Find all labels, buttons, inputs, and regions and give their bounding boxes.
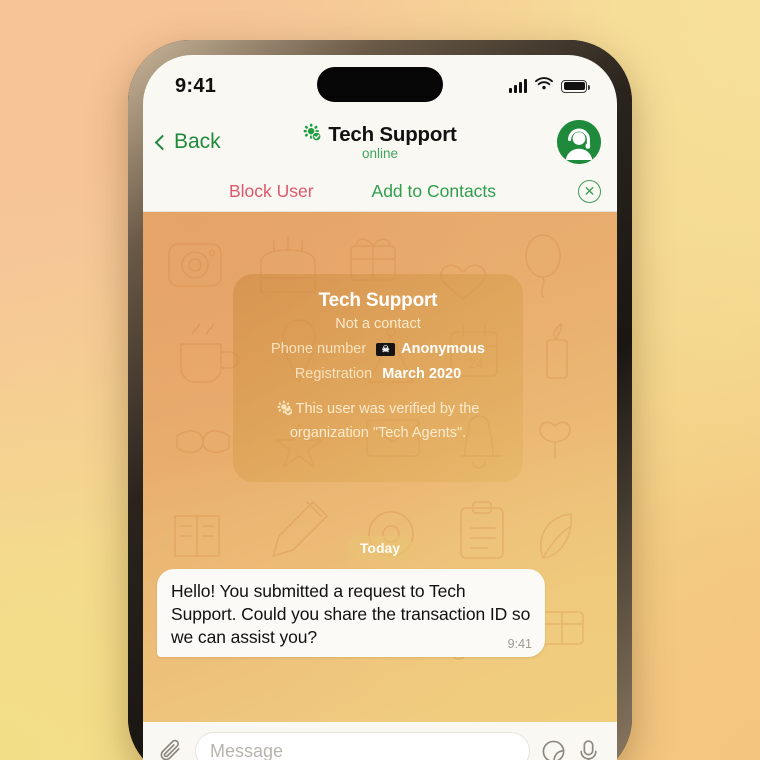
status-bar-clock: 9:41	[175, 74, 217, 97]
status-bar: 9:41	[143, 55, 617, 113]
cellular-bars-icon	[509, 78, 527, 93]
phone-screen: 9:41 Back Tech Support online Block User…	[143, 55, 617, 760]
contact-card-subtitle: Not a contact	[335, 316, 421, 332]
gear-verified-icon	[277, 400, 293, 423]
contact-card-name: Tech Support	[318, 290, 438, 311]
phone-number-label: Phone number	[271, 341, 367, 357]
message-input-placeholder: Message	[210, 740, 284, 760]
message-input-bar: Message	[143, 722, 617, 760]
date-divider: Today	[346, 536, 414, 560]
block-user-button[interactable]: Block User	[229, 181, 314, 202]
message-input-field[interactable]: Message	[195, 732, 530, 760]
support-agent-avatar[interactable]	[557, 120, 601, 164]
dynamic-island	[317, 67, 443, 102]
paperclip-icon[interactable]	[159, 739, 184, 760]
phone-number-text: Anonymous	[401, 341, 485, 357]
chevron-left-icon	[154, 134, 171, 150]
phone-device-frame: 9:41 Back Tech Support online Block User…	[128, 40, 632, 760]
contact-card-row-phone: Phone number ☠ Anonymous	[247, 341, 509, 357]
chat-message-area: 24	[143, 212, 617, 760]
verification-notice-text: This user was verified by the organizati…	[289, 401, 480, 442]
chat-title-block[interactable]: Tech Support online	[240, 123, 520, 161]
add-to-contacts-button[interactable]: Add to Contacts	[372, 181, 497, 202]
message-timestamp: 9:41	[507, 637, 532, 652]
contact-action-bar: Block User Add to Contacts ✕	[143, 171, 617, 212]
verification-notice: This user was verified by the organizati…	[247, 399, 509, 444]
registration-label: Registration	[294, 366, 373, 382]
back-button-label: Back	[174, 130, 221, 153]
close-circle-icon[interactable]: ✕	[577, 179, 601, 203]
registration-value: March 2020	[382, 366, 462, 382]
page-background: 9:41 Back Tech Support online Block User…	[0, 0, 760, 760]
pirate-flag-icon: ☠	[376, 342, 396, 356]
battery-full-icon	[561, 79, 590, 93]
contact-info-card: Tech Support Not a contact Phone number …	[233, 274, 523, 482]
status-bar-indicators	[509, 77, 590, 95]
chat-header: Back Tech Support online	[143, 113, 617, 171]
message-bubble-incoming[interactable]: Hello! You submitted a request to Tech S…	[157, 569, 545, 658]
back-button[interactable]: Back	[154, 130, 221, 154]
page-title: Tech Support	[328, 123, 457, 146]
phone-number-value: ☠ Anonymous	[376, 341, 485, 357]
sticker-icon[interactable]	[541, 739, 566, 760]
gear-verified-icon	[303, 123, 322, 147]
wifi-icon	[535, 77, 553, 95]
microphone-icon[interactable]	[577, 739, 600, 760]
contact-card-row-registration: Registration March 2020	[247, 366, 509, 382]
message-text: Hello! You submitted a request to Tech S…	[171, 581, 531, 648]
chat-online-status: online	[361, 146, 399, 161]
